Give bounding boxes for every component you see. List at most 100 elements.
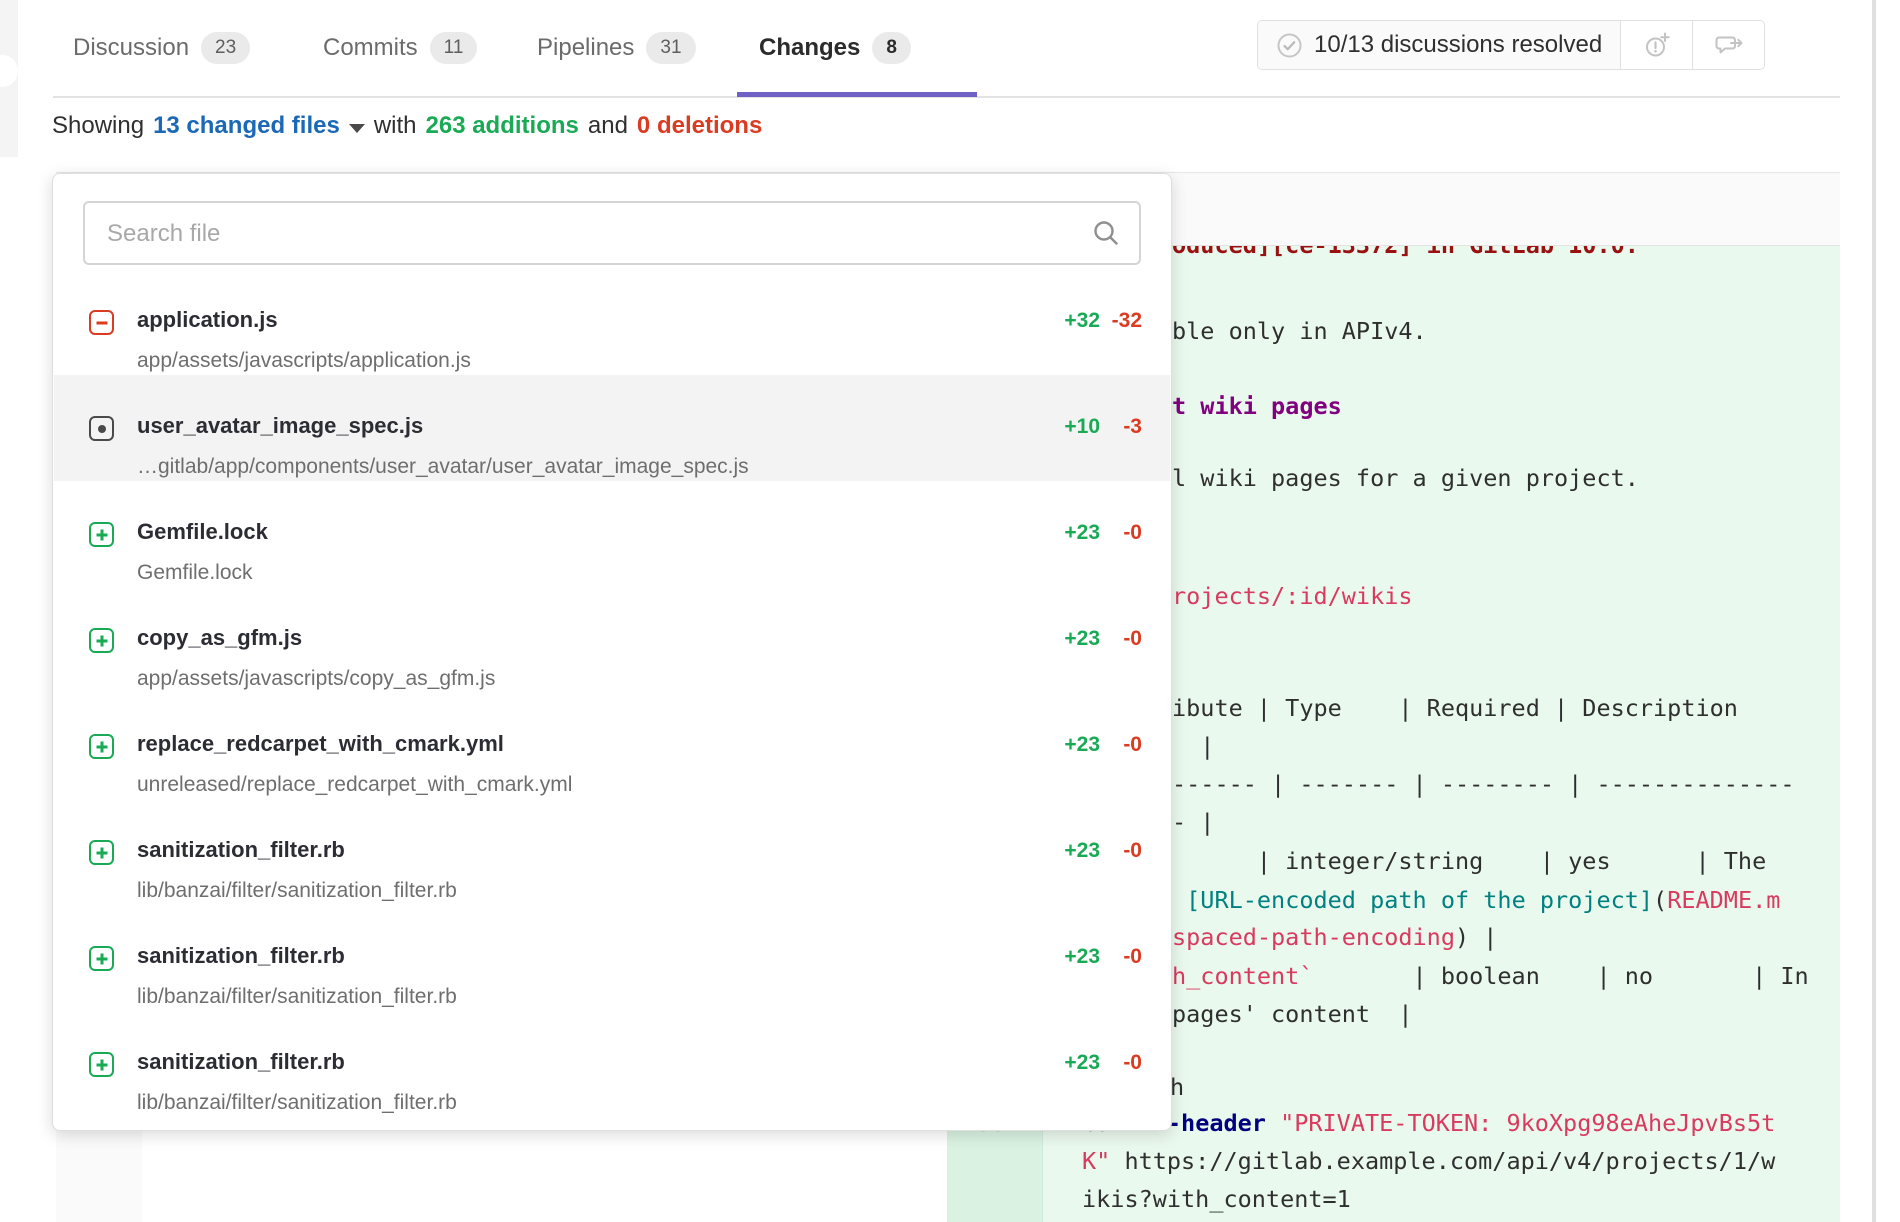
file-added-icon (89, 734, 114, 759)
diff-code-span: h_content` (1172, 962, 1313, 990)
file-name: replace_redcarpet_with_cmark.yml (137, 731, 504, 757)
diff-code-span: t wiki pages (1172, 392, 1342, 420)
new-issue-button[interactable] (1621, 21, 1692, 69)
scrollbar-divider (1872, 0, 1876, 1222)
tab-changes[interactable]: Changes 8 (759, 0, 911, 96)
file-deletions-count: -0 (1084, 521, 1142, 545)
discussions-resolved-text: 10/13 discussions resolved (1314, 31, 1602, 59)
file-path: lib/banzai/filter/sanitization_filter.rb (137, 879, 457, 903)
file-row[interactable]: sanitization_filter.rb lib/banzai/filter/… (54, 905, 1170, 1011)
tab-changes-label: Changes (759, 34, 860, 62)
diff-code-line: t wiki pages (1172, 391, 1342, 421)
summary-deletions: 0 deletions (637, 112, 762, 140)
diff-code-line: | (1172, 731, 1214, 761)
summary-conjunction: and (588, 112, 628, 140)
file-row[interactable]: replace_redcarpet_with_cmark.yml unreleas… (54, 693, 1170, 799)
diff-code-line: - | (1172, 807, 1214, 837)
file-deletions-count: -3 (1084, 415, 1142, 439)
file-deletions-count: -0 (1084, 627, 1142, 651)
discussions-resolved-group: 10/13 discussions resolved (1257, 20, 1765, 70)
file-deletions-count: -0 (1084, 839, 1142, 863)
tab-discussion-label: Discussion (73, 34, 189, 62)
file-added-icon (89, 628, 114, 653)
diff-code-span: K" (1082, 1147, 1110, 1175)
file-name: user_avatar_image_spec.js (137, 413, 423, 439)
tab-discussion-count: 23 (201, 32, 250, 64)
file-path: unreleased/replace_redcarpet_with_cmark.… (137, 773, 572, 797)
diff-code-line: pages' content | (1172, 999, 1413, 1029)
chevron-down-icon (349, 124, 365, 133)
file-added-icon (89, 1052, 114, 1077)
diff-code-span: "PRIVATE-TOKEN: 9koXpg98eAheJpvBs5t (1280, 1109, 1775, 1137)
next-unresolved-discussion-button[interactable] (1692, 21, 1764, 69)
file-deletions-count: -0 (1084, 733, 1142, 757)
changed-files-dropdown-panel: application.jsapp/assets/javascripts/app… (52, 173, 1172, 1131)
file-search-input[interactable] (105, 203, 1069, 265)
diff-code-line: curl --header "PRIVATE-TOKEN: 9koXpg98eA… (1082, 1108, 1775, 1138)
diff-code-line: ikis?with_content=1 (1082, 1184, 1351, 1214)
active-tab-underline (737, 92, 977, 97)
changes-summary: Showing 13 changed files with 263 additi… (52, 112, 762, 140)
diff-code-line: rojects/:id/wikis (1172, 581, 1413, 611)
diff-code-line: h_content` | boolean | no | In (1172, 961, 1809, 991)
changed-files-dropdown-toggle[interactable]: 13 changed files (153, 112, 340, 140)
diff-code-span: ibute | Type | Required | Description (1172, 694, 1738, 722)
file-modified-icon (89, 416, 114, 441)
new-issue-icon (1643, 31, 1671, 59)
diff-code-span: rojects/:id/wikis (1172, 582, 1413, 610)
file-path: Gemfile.lock (137, 561, 253, 585)
discussions-resolved-status: 10/13 discussions resolved (1258, 21, 1621, 69)
tab-pipelines[interactable]: Pipelines 31 (537, 0, 696, 96)
diff-code-span: ( (1653, 886, 1667, 914)
tab-pipelines-count: 31 (646, 32, 695, 64)
diff-code-span: [URL-encoded path of the project] (1186, 886, 1653, 914)
tab-commits-count: 11 (430, 32, 478, 64)
file-search-box (83, 201, 1141, 265)
diff-code-span: - | (1172, 808, 1214, 836)
summary-prefix: Showing (52, 112, 144, 140)
diff-code-span: spaced-path-encoding (1172, 923, 1455, 951)
file-deletions-count: -0 (1084, 1051, 1142, 1075)
search-icon (1091, 218, 1121, 248)
file-name: sanitization_filter.rb (137, 943, 345, 969)
diff-code-span: ble only in APIv4. (1172, 317, 1427, 345)
summary-additions: 263 additions (426, 112, 579, 140)
diff-code-span (1172, 886, 1186, 914)
diff-code-line: h (1170, 1072, 1184, 1102)
file-path: lib/banzai/filter/sanitization_filter.rb (137, 985, 457, 1009)
file-row[interactable]: user_avatar_image_spec.js …gitlab/app/com… (54, 375, 1170, 481)
tab-discussion[interactable]: Discussion 23 (73, 0, 250, 96)
diff-code-line: K" https://gitlab.example.com/api/v4/pro… (1082, 1146, 1775, 1176)
diff-code-line: ------ | ------- | -------- | ----------… (1172, 769, 1795, 799)
diff-code-line: ble only in APIv4. (1172, 316, 1427, 346)
diff-code-span: ikis?with_content=1 (1082, 1185, 1351, 1213)
file-row[interactable]: application.jsapp/assets/javascripts/app… (54, 269, 1170, 375)
file-added-icon (89, 840, 114, 865)
diff-code-span: | (1172, 732, 1214, 760)
file-row[interactable]: Gemfile.lockGemfile.lock+23-0 (54, 481, 1170, 587)
file-deletions-count: -0 (1084, 945, 1142, 969)
summary-middle: with (374, 112, 417, 140)
diff-code-line: ibute | Type | Required | Description (1172, 693, 1738, 723)
file-row[interactable]: sanitization_filter.rblib/banzai/filter/… (54, 799, 1170, 905)
diff-code-span: pages' content | (1172, 1000, 1413, 1028)
tab-pipelines-label: Pipelines (537, 34, 634, 62)
file-added-icon (89, 522, 114, 547)
file-row[interactable]: copy_as_gfm.js app/assets/javascripts/cop… (54, 587, 1170, 693)
tab-commits[interactable]: Commits 11 (323, 0, 477, 96)
file-added-icon (89, 946, 114, 971)
file-name: copy_as_gfm.js (137, 625, 302, 651)
file-path: …gitlab/app/components/user_avatar/user_… (137, 455, 749, 479)
diff-code-span: https://gitlab.example.com/api/v4/projec… (1110, 1147, 1775, 1175)
file-path: app/assets/javascripts/copy_as_gfm.js (137, 667, 495, 691)
tab-commits-label: Commits (323, 34, 418, 62)
file-name: Gemfile.lock (137, 519, 268, 545)
diff-code-span (1266, 1109, 1280, 1137)
file-path: app/assets/javascripts/application.js (137, 349, 471, 373)
diff-code-span: ------ | ------- | -------- | ----------… (1172, 770, 1795, 798)
next-unresolved-discussion-icon (1714, 31, 1744, 59)
file-deletions-count: -32 (1084, 309, 1142, 333)
diff-code-line: [URL-encoded path of the project](README… (1172, 885, 1780, 915)
check-circle-icon (1276, 32, 1303, 59)
file-row[interactable]: sanitization_filter.rblib/banzai/filter/… (54, 1011, 1170, 1117)
